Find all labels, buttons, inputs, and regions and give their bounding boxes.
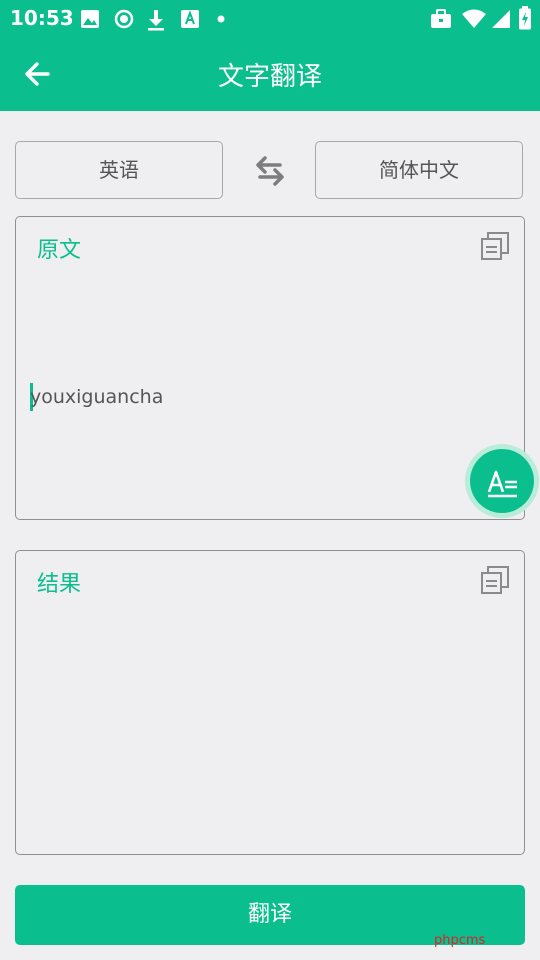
- text-format-fab[interactable]: [465, 444, 539, 518]
- page-title: 文字翻译: [217, 62, 322, 92]
- source-text-input[interactable]: youxiguancha: [30, 386, 163, 408]
- fab-circle: [470, 449, 534, 513]
- source-language-button[interactable]: 英语: [15, 141, 223, 199]
- image-icon: [81, 10, 99, 28]
- copy-result-button[interactable]: [480, 565, 510, 595]
- signal-icon: [492, 10, 510, 28]
- result-panel: 结果: [15, 550, 525, 855]
- copy-source-button[interactable]: [480, 231, 510, 261]
- a-badge-icon: [181, 10, 199, 28]
- battery-charging-icon: [519, 6, 531, 30]
- status-bar: 10:53: [0, 0, 540, 36]
- record-icon: [114, 9, 134, 29]
- result-label: 结果: [37, 572, 82, 597]
- target-language-button[interactable]: 简体中文: [315, 141, 523, 199]
- source-label: 原文: [37, 238, 82, 263]
- app-bar: 文字翻译: [0, 36, 540, 111]
- watermark: phpcms: [434, 933, 486, 948]
- status-time: 10:53: [10, 6, 74, 30]
- source-panel: 原文 youxiguancha: [15, 216, 525, 520]
- briefcase-icon: [431, 9, 451, 28]
- swap-languages-button[interactable]: [250, 151, 290, 191]
- dot-icon: [217, 15, 225, 23]
- wifi-icon: [462, 9, 486, 28]
- swap-arrows-icon: [256, 156, 284, 186]
- copy-icon: [481, 566, 509, 594]
- copy-icon: [481, 232, 509, 260]
- download-icon: [148, 10, 164, 31]
- text-format-icon: [487, 470, 517, 498]
